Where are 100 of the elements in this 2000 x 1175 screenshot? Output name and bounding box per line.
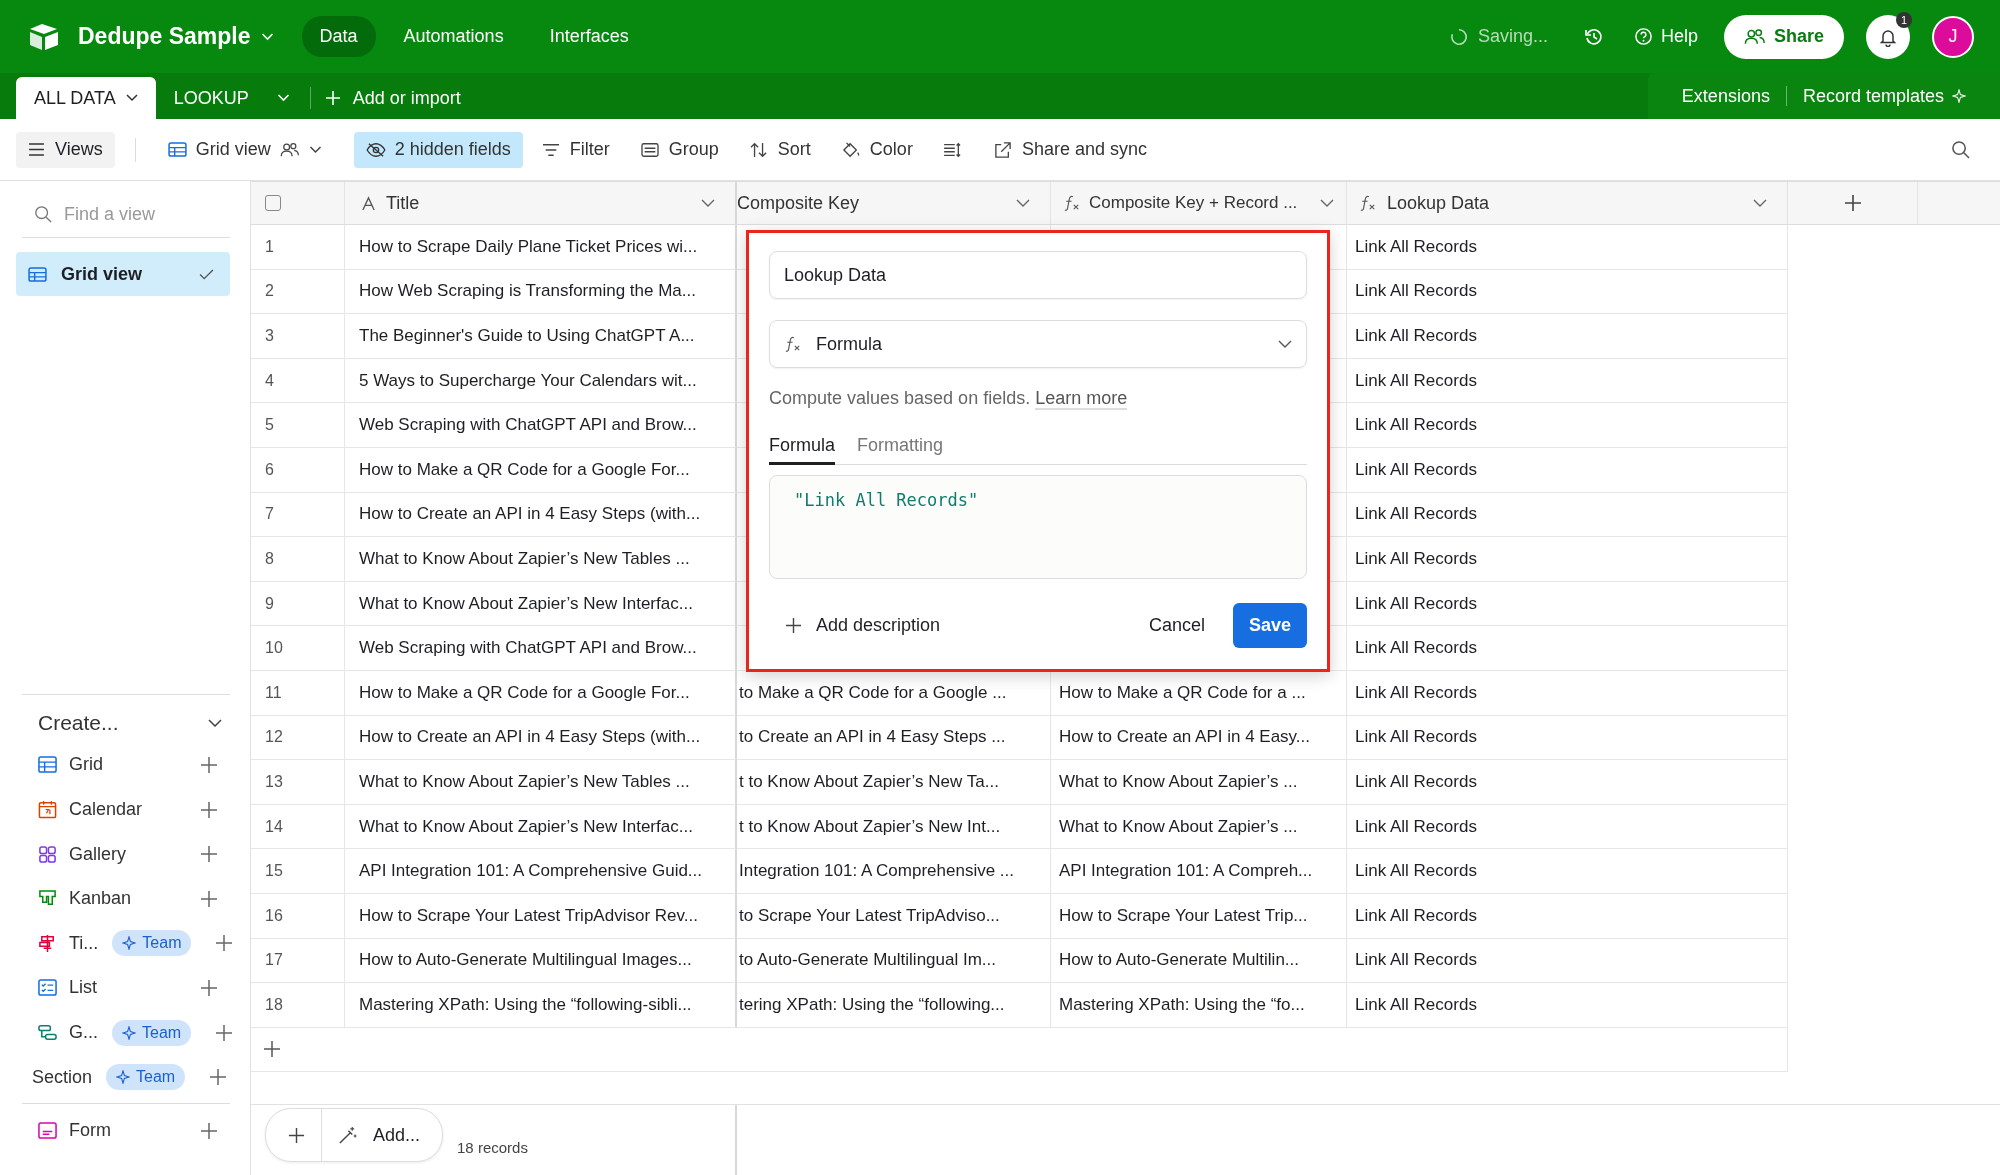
grid-icon <box>28 266 47 282</box>
chevron-icon <box>1753 199 1767 207</box>
table-cell: Web Scraping with ChatGPT API and Brow... <box>345 626 737 671</box>
row-number: 8 <box>251 537 345 582</box>
sparkle-icon <box>122 936 137 951</box>
team-badge: Team <box>112 1019 192 1046</box>
user-avatar[interactable]: J <box>1932 15 1974 58</box>
table-cell: Link All Records <box>1347 670 1788 716</box>
table-cell: How to Auto-Generate Multilin... <box>1051 938 1347 984</box>
toolbar-button[interactable]: Color <box>828 131 925 168</box>
add-icon[interactable] <box>200 1121 218 1140</box>
share-button[interactable]: Share <box>1723 14 1844 59</box>
table-cell: t to Know About Zapier’s New Ta... <box>737 760 1051 805</box>
table-cell: How to Scrape Daily Plane Ticket Prices wi... <box>345 225 737 270</box>
add-icon[interactable] <box>215 1023 234 1042</box>
add-icon[interactable] <box>200 845 218 864</box>
add-record-control[interactable]: Add... <box>265 1108 444 1162</box>
toolbar-button[interactable]: Sort <box>736 131 823 168</box>
toolbar-button[interactable]: Group <box>627 131 731 168</box>
nav-tab[interactable]: Automations <box>385 16 522 57</box>
add-icon[interactable] <box>200 800 218 819</box>
add-icon[interactable] <box>200 755 218 774</box>
chevron-icon <box>1278 340 1292 348</box>
record-templates-button[interactable]: Record templates <box>1786 85 1982 107</box>
add-icon[interactable] <box>215 934 234 953</box>
table-cell: API Integration 101: A Comprehensive Guid... <box>345 849 737 894</box>
formula-icon <box>784 336 802 352</box>
saving-status: Saving... <box>1477 26 1548 47</box>
notifications-button[interactable] <box>1866 14 1910 59</box>
table-cell: Link All Records <box>1347 403 1788 448</box>
views-button[interactable]: Views <box>16 131 115 168</box>
text-type-icon <box>361 195 376 211</box>
row-number: 7 <box>251 492 345 538</box>
history-icon[interactable] <box>1583 26 1604 47</box>
add-column-icon[interactable] <box>1843 194 1862 212</box>
base-name-menu[interactable]: Dedupe Sample <box>78 23 274 50</box>
table-cell: API Integration 101: A Compreh... <box>1051 849 1347 894</box>
caret-icon[interactable] <box>276 94 290 102</box>
add-icon[interactable] <box>200 889 218 908</box>
add-icon[interactable] <box>200 978 218 997</box>
notification-count: 1 <box>1896 11 1912 28</box>
toolbar-button[interactable]: Filter <box>528 131 622 168</box>
spinner-icon <box>1449 27 1468 46</box>
create-view-label[interactable]: G... <box>69 1022 98 1043</box>
menu-icon <box>28 143 45 156</box>
logo-icon[interactable] <box>28 22 60 51</box>
nav-tab[interactable]: Interfaces <box>531 16 647 57</box>
column-header[interactable]: Composite Key + Record ... <box>1051 182 1347 224</box>
chevron-icon[interactable] <box>208 718 222 727</box>
row-number: 2 <box>251 269 345 315</box>
table-cell: How to Scrape Your Latest TripAdvisor Rev... <box>345 893 737 939</box>
row-number: 15 <box>251 849 345 894</box>
column-header[interactable]: Title <box>345 182 737 224</box>
create-view-label[interactable]: Gallery <box>69 843 126 865</box>
create-view-label[interactable]: Form <box>69 1120 111 1142</box>
row-number: 6 <box>251 447 345 493</box>
people-icon <box>1743 28 1766 45</box>
row-number: 18 <box>251 983 345 1028</box>
view-item[interactable]: Grid view <box>16 252 230 296</box>
help-button[interactable]: Help <box>1633 26 1698 47</box>
add-icon[interactable] <box>209 1068 228 1087</box>
row-number: 9 <box>251 581 345 627</box>
cancel-button[interactable]: Cancel <box>1148 615 1205 636</box>
save-button[interactable]: Save <box>1232 603 1307 648</box>
search-icon[interactable] <box>1951 140 1970 159</box>
add-or-import-button[interactable]: Add or import <box>324 87 461 109</box>
field-type-select[interactable]: Formula <box>769 320 1307 368</box>
view-switcher[interactable]: Grid view <box>155 131 334 168</box>
column-header[interactable]: Lookup Data <box>1347 182 1788 224</box>
formula-icon <box>1359 195 1377 211</box>
table-tab[interactable]: LOOKUP <box>155 77 267 119</box>
sort-icon <box>748 141 769 158</box>
table-cell: What to Know About Zapier’s New Interfac... <box>345 581 737 627</box>
add-description-button[interactable]: Add description <box>769 615 941 636</box>
editor-tab[interactable]: Formatting <box>857 429 944 465</box>
create-view-label[interactable]: Kanban <box>69 888 132 910</box>
table-tab[interactable]: ALL DATA <box>16 77 156 119</box>
learn-more-link[interactable]: Learn more <box>1035 388 1128 410</box>
table-cell: How Web Scraping is Transforming the Ma... <box>345 269 737 315</box>
plus-icon <box>785 617 802 634</box>
create-view-label[interactable]: Calendar <box>69 799 143 821</box>
view-search-field[interactable]: Find a view <box>62 202 216 226</box>
nav-tab[interactable]: Data <box>301 16 376 57</box>
field-name-input[interactable]: Lookup Data <box>769 251 1307 299</box>
create-view-label[interactable]: List <box>69 977 97 999</box>
toolbar-button[interactable]: 2 hidden fields <box>353 131 523 168</box>
extensions-button[interactable]: Extensions <box>1665 85 1786 107</box>
table-cell: The Beginner's Guide to Using ChatGPT A... <box>345 314 737 359</box>
toolbar-button[interactable]: Share and sync <box>980 131 1159 168</box>
caret-icon <box>308 145 322 154</box>
editor-tab[interactable]: Formula <box>769 429 835 465</box>
create-view-label[interactable]: Grid <box>69 754 103 776</box>
create-view-label[interactable]: Ti... <box>69 932 99 954</box>
select-all-checkbox[interactable] <box>265 195 281 211</box>
create-view-label[interactable]: Section <box>32 1066 93 1088</box>
row-number: 5 <box>251 403 345 448</box>
row-number: 3 <box>251 314 345 359</box>
column-header[interactable]: Composite Key <box>737 182 1051 224</box>
table-cell: Link All Records <box>1347 537 1788 582</box>
formula-editor[interactable]: "Link All Records" <box>769 475 1307 579</box>
